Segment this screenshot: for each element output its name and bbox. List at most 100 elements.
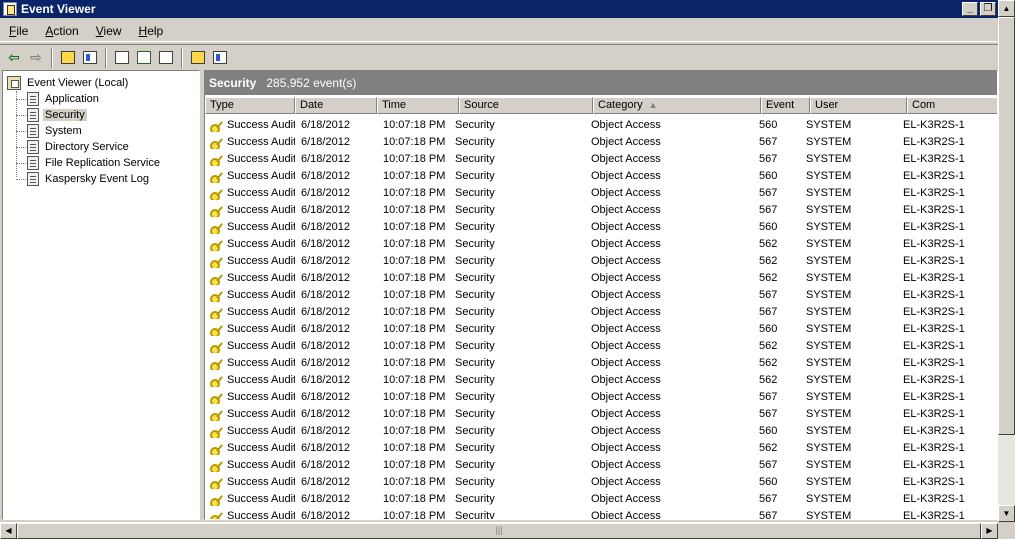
cell-event-id: 567 [759,458,778,471]
table-row[interactable]: Success Audit 6/18/2012 10:07:18 PM Securit… [205,371,994,388]
menu-label-rest: iew [103,23,122,38]
cell-type: Success Audit [205,288,295,302]
cell-category: Object Access [591,339,661,352]
column-header-label: Event [766,99,795,111]
cell-user: SYSTEM [806,118,852,131]
cell-category: Object Access [591,288,661,301]
horizontal-scroll-thumb[interactable]: ||| [17,523,981,539]
column-header-label: Com [912,99,936,111]
column-header-time[interactable]: Time [377,97,459,114]
cell-category: Object Access [591,254,661,267]
refresh-button[interactable] [133,47,155,69]
menu-action[interactable]: Action [36,24,86,38]
cell-event-id: 567 [759,509,778,520]
horizontal-scrollbar[interactable]: ◀ ||| ▶ [0,522,998,539]
restore-button[interactable]: ❐ [980,2,996,16]
show-hide-console-tree-button[interactable] [79,47,101,69]
tree-item-security[interactable]: Security [27,107,87,123]
menu-bar: File Action View Help [0,20,998,42]
minimize-button[interactable]: _ [962,2,978,16]
table-row[interactable]: Success Audit 6/18/2012 10:07:18 PM Securit… [205,218,994,235]
tree-connector [16,179,26,180]
cell-type: Success Audit [205,271,295,285]
vertical-scrollbar[interactable]: ▲ ▼ [998,0,1015,522]
cell-type: Success Audit [205,254,295,268]
table-row[interactable]: Success Audit 6/18/2012 10:07:18 PM Securit… [205,354,994,371]
column-header-date[interactable]: Date [295,97,377,114]
table-row[interactable]: Success Audit 6/18/2012 10:07:18 PM Securit… [205,133,994,150]
event-log-icon [27,108,39,122]
scroll-down-button[interactable]: ▼ [998,505,1015,522]
table-row[interactable]: Success Audit 6/18/2012 10:07:18 PM Securit… [205,337,994,354]
table-row[interactable]: Success Audit 6/18/2012 10:07:18 PM Securit… [205,473,994,490]
cell-type: Success Audit [205,441,295,455]
tree-item-kaspersky-event-log[interactable]: Kaspersky Event Log [27,171,151,187]
table-row[interactable]: Success Audit 6/18/2012 10:07:18 PM Securit… [205,167,994,184]
back-button[interactable]: ⇦ [3,47,25,69]
cell-computer: EL-K3R2S-1 [903,509,965,520]
scroll-up-button[interactable]: ▲ [998,0,1015,17]
table-row[interactable]: Success Audit 6/18/2012 10:07:18 PM Securit… [205,405,994,422]
table-row[interactable]: Success Audit 6/18/2012 10:07:18 PM Securit… [205,252,994,269]
table-row[interactable]: Success Audit 6/18/2012 10:07:18 PM Securit… [205,184,994,201]
table-row[interactable]: Success Audit 6/18/2012 10:07:18 PM Securit… [205,490,994,507]
tree-item-directory-service[interactable]: Directory Service [27,139,131,155]
help-button[interactable] [187,47,209,69]
cell-time: 10:07:18 PM [383,135,446,148]
menu-view[interactable]: View [87,24,130,38]
tree-item-application[interactable]: Application [27,91,101,107]
cell-category: Object Access [591,458,661,471]
column-header-com[interactable]: Com [907,97,997,114]
table-row[interactable]: Success Audit 6/18/2012 10:07:18 PM Securit… [205,150,994,167]
table-row[interactable]: Success Audit 6/18/2012 10:07:18 PM Securit… [205,116,994,133]
column-header-type[interactable]: Type [205,97,295,114]
column-header-source[interactable]: Source [459,97,593,114]
menu-file[interactable]: File [0,24,36,38]
table-row[interactable]: Success Audit 6/18/2012 10:07:18 PM Securit… [205,439,994,456]
scroll-right-button[interactable]: ▶ [981,523,998,539]
cell-date: 6/18/2012 [301,322,350,335]
table-row[interactable]: Success Audit 6/18/2012 10:07:18 PM Securit… [205,388,994,405]
table-row[interactable]: Success Audit 6/18/2012 10:07:18 PM Securit… [205,507,994,520]
menu-help[interactable]: Help [130,24,172,38]
cell-user: SYSTEM [806,271,852,284]
cell-event-id: 562 [759,254,778,267]
table-row[interactable]: Success Audit 6/18/2012 10:07:18 PM Securit… [205,320,994,337]
up-one-level-button[interactable] [57,47,79,69]
column-header-label: Source [464,99,499,111]
vertical-scroll-thumb[interactable] [998,17,1015,435]
cell-type: Success Audit [205,305,295,319]
cell-computer: EL-K3R2S-1 [903,203,965,216]
tree-item-file-replication-service[interactable]: File Replication Service [27,155,162,171]
event-log-icon [27,156,39,170]
console-button[interactable] [209,47,231,69]
tree-item-system[interactable]: System [27,123,84,139]
column-header-user[interactable]: User [810,97,907,114]
table-row[interactable]: Success Audit 6/18/2012 10:07:18 PM Securit… [205,286,994,303]
column-header-category[interactable]: Category ▲ [593,97,761,114]
cell-category: Object Access [591,152,661,165]
forward-button[interactable]: ⇨ [25,47,47,69]
table-row[interactable]: Success Audit 6/18/2012 10:07:18 PM Securit… [205,235,994,252]
menu-accelerator: V [95,23,104,38]
tree-root-event-viewer[interactable]: Event Viewer (Local) [7,75,130,91]
properties-button[interactable] [111,47,133,69]
cell-date: 6/18/2012 [301,237,350,250]
table-row[interactable]: Success Audit 6/18/2012 10:07:18 PM Securit… [205,269,994,286]
cell-computer: EL-K3R2S-1 [903,254,965,267]
table-row[interactable]: Success Audit 6/18/2012 10:07:18 PM Securit… [205,422,994,439]
cell-time: 10:07:18 PM [383,373,446,386]
cell-user: SYSTEM [806,169,852,182]
table-row[interactable]: Success Audit 6/18/2012 10:07:18 PM Securit… [205,456,994,473]
tree-item-label: System [45,125,82,137]
table-row[interactable]: Success Audit 6/18/2012 10:07:18 PM Securit… [205,201,994,218]
table-row[interactable]: Success Audit 6/18/2012 10:07:18 PM Securit… [205,303,994,320]
cell-source: Security [455,203,495,216]
event-viewer-app-icon[interactable] [3,2,17,16]
cell-category: Object Access [591,186,661,199]
export-list-button[interactable] [155,47,177,69]
scroll-left-button[interactable]: ◀ [0,523,17,539]
cell-time: 10:07:18 PM [383,407,446,420]
column-header-event[interactable]: Event [761,97,810,114]
cell-date: 6/18/2012 [301,288,350,301]
